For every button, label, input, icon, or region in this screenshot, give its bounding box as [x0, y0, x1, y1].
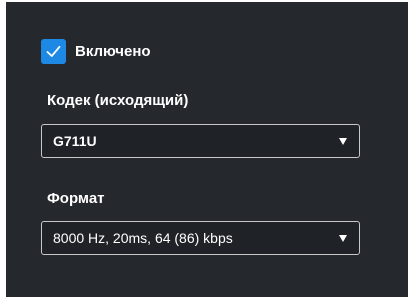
codec-select-value: G711U	[53, 133, 97, 149]
settings-panel: Включено Кодек (исходящий) G711U Формат …	[6, 2, 408, 297]
enabled-label: Включено	[75, 42, 151, 60]
enabled-checkbox[interactable]	[41, 38, 66, 64]
format-label: Формат	[47, 190, 105, 207]
chevron-down-icon	[339, 137, 347, 145]
format-select-value: 8000 Hz, 20ms, 64 (86) kbps	[53, 230, 233, 246]
codec-select[interactable]: G711U	[41, 124, 360, 158]
codec-label: Кодек (исходящий)	[47, 92, 189, 109]
enabled-checkbox-row[interactable]: Включено	[41, 38, 151, 64]
chevron-down-icon	[339, 234, 347, 242]
checkmark-icon	[46, 45, 61, 57]
format-select[interactable]: 8000 Hz, 20ms, 64 (86) kbps	[41, 221, 360, 255]
